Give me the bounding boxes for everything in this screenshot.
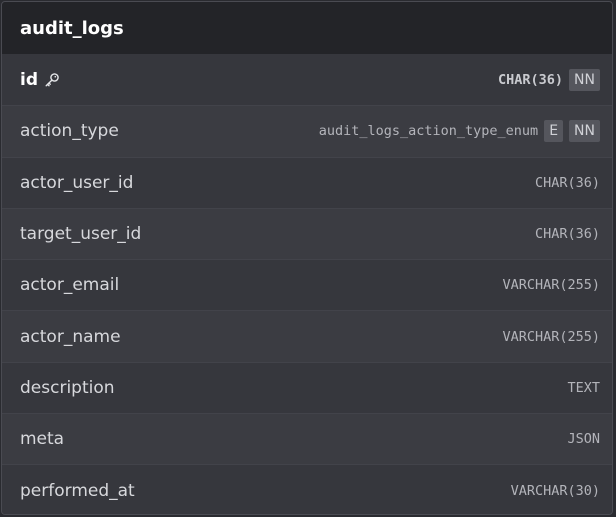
column-type: CHAR(36): [498, 71, 564, 88]
table-card-audit-logs[interactable]: audit_logs id CHAR(36) NN action_type audit_…: [1, 1, 613, 515]
column-name-group: id: [20, 70, 60, 90]
column-name: actor_name: [20, 326, 121, 347]
column-row[interactable]: target_user_id CHAR(36): [2, 207, 612, 260]
enum-badge: E: [544, 120, 564, 143]
column-row[interactable]: action_type audit_logs_action_type_enum E N…: [2, 105, 612, 157]
column-type-group: CHAR(36): [535, 226, 600, 242]
key-icon: [44, 72, 60, 88]
column-row[interactable]: performed_at VARCHAR(30): [2, 464, 612, 514]
column-row[interactable]: meta JSON: [2, 413, 612, 465]
column-type-group: VARCHAR(30): [511, 483, 600, 499]
column-type: JSON: [567, 431, 600, 448]
table-header[interactable]: audit_logs: [2, 2, 612, 54]
not-null-badge: NN: [569, 68, 600, 91]
column-type: VARCHAR(255): [502, 328, 600, 345]
column-name-group: actor_email: [20, 275, 119, 295]
column-type: CHAR(36): [534, 174, 600, 191]
column-name-group: target_user_id: [20, 224, 141, 244]
column-type: VARCHAR(30): [510, 482, 600, 499]
column-type-group: audit_logs_action_type_enum E NN: [318, 120, 600, 143]
column-name-group: actor_name: [20, 327, 121, 347]
column-type-group: TEXT: [567, 380, 600, 396]
column-type-group: CHAR(36) NN: [498, 68, 600, 91]
column-type-group: VARCHAR(255): [502, 329, 600, 345]
column-name: action_type: [20, 121, 119, 142]
column-row[interactable]: actor_user_id CHAR(36): [2, 156, 612, 208]
table-title: audit_logs: [20, 17, 124, 39]
column-name: description: [20, 377, 115, 398]
column-name: target_user_id: [20, 224, 142, 245]
column-type: audit_logs_action_type_enum: [318, 123, 539, 140]
column-row[interactable]: actor_email VARCHAR(255): [2, 259, 612, 311]
column-type-group: CHAR(36): [535, 175, 600, 191]
column-name: actor_user_id: [20, 172, 134, 193]
column-name: actor_email: [20, 275, 120, 296]
column-name-group: actor_user_id: [20, 173, 133, 193]
column-name: id: [20, 69, 38, 90]
column-row[interactable]: description TEXT: [2, 361, 612, 414]
column-name-group: action_type: [20, 121, 119, 141]
column-row[interactable]: actor_name VARCHAR(255): [2, 310, 612, 362]
column-type: VARCHAR(255): [502, 277, 600, 294]
column-type-group: JSON: [567, 431, 600, 447]
column-type-group: VARCHAR(255): [502, 277, 600, 293]
not-null-badge: NN: [569, 120, 600, 143]
column-name: performed_at: [20, 480, 135, 501]
column-row[interactable]: id CHAR(36) NN: [2, 54, 612, 106]
column-name-group: description: [20, 378, 115, 398]
column-list: id CHAR(36) NN action_type audit_logs_action…: [2, 54, 612, 514]
column-type: CHAR(36): [534, 226, 600, 243]
column-type: TEXT: [567, 379, 600, 396]
column-name: meta: [20, 429, 65, 450]
column-name-group: meta: [20, 429, 64, 449]
column-name-group: performed_at: [20, 481, 135, 501]
